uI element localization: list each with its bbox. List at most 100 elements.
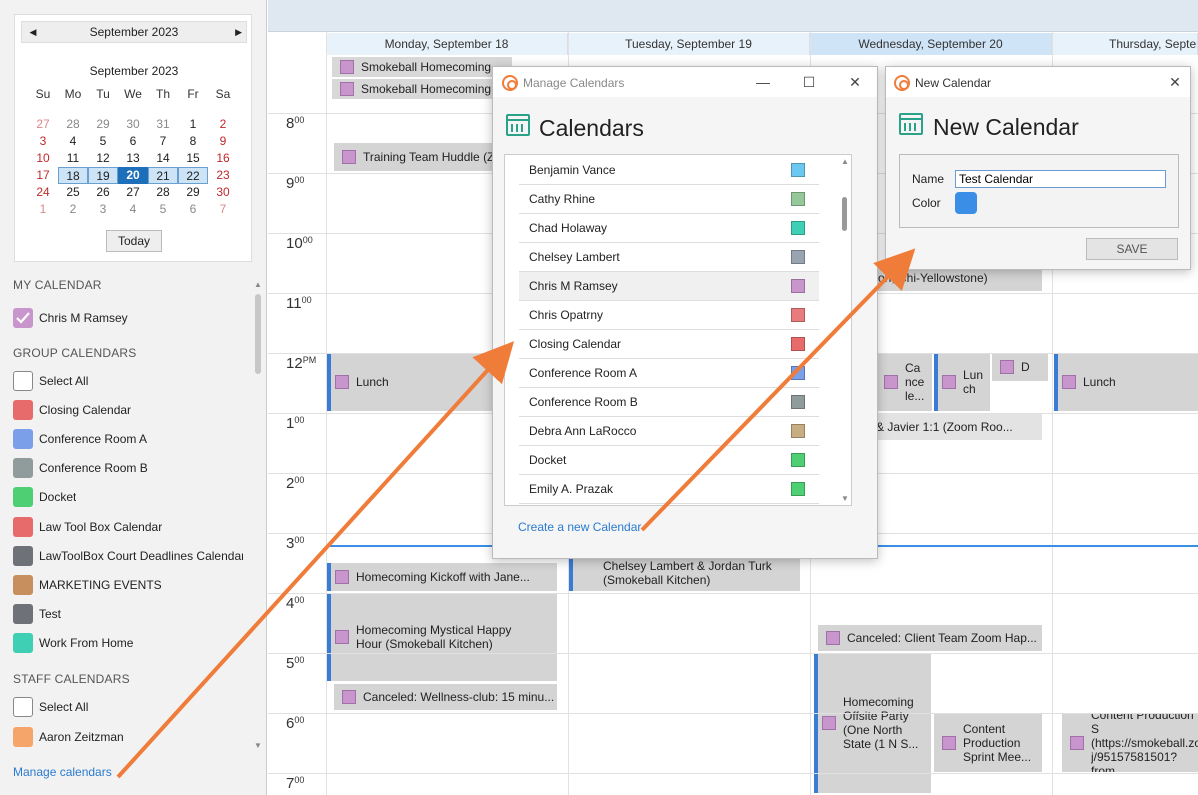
- mini-calendar-day[interactable]: 25: [58, 184, 88, 201]
- next-month-icon[interactable]: ▶: [228, 22, 242, 42]
- mini-calendar-day[interactable]: 28: [58, 116, 88, 133]
- event-homecoming-mystical[interactable]: Homecoming Mystical Happy Hour (Smokebal…: [327, 593, 557, 681]
- calendar-color-swatch[interactable]: [791, 366, 805, 380]
- mini-calendar-day[interactable]: 18: [58, 167, 88, 184]
- calendar-list-item[interactable]: Cathy Rhine: [519, 185, 819, 214]
- calendar-color-swatch[interactable]: [791, 163, 805, 177]
- today-button[interactable]: Today: [106, 230, 162, 252]
- mini-calendar-day[interactable]: 4: [118, 201, 148, 218]
- event-smokeball-homecoming[interactable]: Smokeball Homecoming: [332, 57, 512, 77]
- mini-calendar-day[interactable]: 7: [208, 201, 238, 218]
- mini-calendar-day[interactable]: 5: [148, 201, 178, 218]
- event-content-production-thu[interactable]: Content Production S (https://smokeball.…: [1062, 714, 1198, 772]
- event-content-production[interactable]: Content Production Sprint Mee...: [934, 714, 1042, 772]
- my-calendar-item[interactable]: Chris M Ramsey: [13, 307, 243, 329]
- close-icon[interactable]: ✕: [845, 72, 865, 92]
- mini-calendar-day[interactable]: 8: [178, 133, 208, 150]
- mini-calendar-day[interactable]: 29: [88, 116, 118, 133]
- event-training-team-huddle[interactable]: Training Team Huddle (Z: [334, 143, 494, 171]
- event-smokeball-homecoming[interactable]: Smokeball Homecoming: [332, 79, 512, 99]
- minimize-icon[interactable]: —: [753, 72, 773, 92]
- manage-calendars-link[interactable]: Manage calendars: [13, 765, 112, 779]
- calendar-list-item[interactable]: Emily A. Prazak: [519, 475, 819, 504]
- mini-calendar-day[interactable]: 3: [28, 133, 58, 150]
- mini-calendar-day[interactable]: 27: [28, 116, 58, 133]
- checkbox-checked-icon[interactable]: [13, 308, 33, 328]
- event-canceled-wed[interactable]: Ca nce le...: [876, 353, 932, 411]
- mini-calendar-day[interactable]: 13: [118, 150, 148, 167]
- calendar-item[interactable]: Closing Calendar: [13, 399, 243, 421]
- mini-calendar-day[interactable]: 20: [118, 167, 148, 184]
- event-lunch-monday[interactable]: Lunch: [327, 353, 493, 411]
- calendar-checkbox[interactable]: [13, 429, 33, 450]
- calendar-checkbox[interactable]: [13, 697, 33, 717]
- calendar-item[interactable]: Aaron Zeitzman: [13, 726, 243, 748]
- calendar-color-swatch[interactable]: [791, 250, 805, 264]
- mini-calendar-day[interactable]: 10: [28, 150, 58, 167]
- calendar-list-item[interactable]: Chelsey Lambert: [519, 243, 819, 272]
- mini-calendar-day[interactable]: 28: [148, 184, 178, 201]
- mini-calendar-day[interactable]: 30: [118, 116, 148, 133]
- calendar-item[interactable]: Conference Room B: [13, 457, 243, 479]
- calendar-color-swatch[interactable]: [791, 424, 805, 438]
- calendar-color-swatch[interactable]: [791, 192, 805, 206]
- event-chelsey-jordan[interactable]: Chelsey Lambert & Jordan Turk (Smokeball…: [569, 555, 800, 591]
- event-lunch-thu[interactable]: Lunch: [1054, 353, 1198, 411]
- mini-calendar-day[interactable]: 19: [88, 167, 118, 184]
- calendar-item[interactable]: LawToolBox Court Deadlines Calendar: [13, 545, 243, 567]
- calendar-checkbox[interactable]: [13, 487, 33, 508]
- mini-calendar-day[interactable]: 29: [178, 184, 208, 201]
- mini-calendar-day[interactable]: 7: [148, 133, 178, 150]
- mini-calendar-day[interactable]: 1: [28, 201, 58, 218]
- mini-calendar-day[interactable]: 3: [88, 201, 118, 218]
- calendar-name-input[interactable]: [955, 170, 1166, 188]
- calendar-color-swatch[interactable]: [791, 337, 805, 351]
- mini-calendar-day[interactable]: 2: [58, 201, 88, 218]
- scroll-up-icon[interactable]: ▲: [841, 157, 849, 166]
- scroll-down-icon[interactable]: ▼: [254, 741, 262, 750]
- scroll-thumb[interactable]: [255, 294, 261, 374]
- event-homecoming-kickoff[interactable]: Homecoming Kickoff with Jane...: [327, 563, 557, 591]
- calendar-checkbox[interactable]: [13, 545, 33, 566]
- color-picker-button[interactable]: [955, 192, 977, 214]
- maximize-icon[interactable]: ☐: [799, 72, 819, 92]
- mini-calendar-day[interactable]: 21: [148, 167, 178, 184]
- mini-calendar-day[interactable]: 26: [88, 184, 118, 201]
- mini-calendar-day[interactable]: 24: [28, 184, 58, 201]
- mini-calendar-day[interactable]: 16: [208, 150, 238, 167]
- day-header-wednesday[interactable]: Wednesday, September 20: [810, 33, 1052, 55]
- calendar-item[interactable]: Work From Home: [13, 632, 243, 654]
- calendar-item[interactable]: Select All: [13, 696, 243, 718]
- mini-calendar-day[interactable]: 15: [178, 150, 208, 167]
- calendar-color-swatch[interactable]: [791, 482, 805, 496]
- calendar-list-item[interactable]: Chris Opatrny: [519, 301, 819, 330]
- mini-calendar-day[interactable]: 1: [178, 116, 208, 133]
- create-calendar-link[interactable]: Create a new Calendar: [518, 520, 641, 534]
- calendar-color-swatch[interactable]: [791, 308, 805, 322]
- event-javier-1on1[interactable]: & Javier 1:1 (Zoom Roo...: [876, 414, 1042, 440]
- mini-calendar-day[interactable]: 2: [208, 116, 238, 133]
- mini-calendar-day[interactable]: 6: [118, 133, 148, 150]
- calendar-checkbox[interactable]: [13, 574, 33, 595]
- mini-calendar-day[interactable]: 31: [148, 116, 178, 133]
- calendar-item[interactable]: Conference Room A: [13, 428, 243, 450]
- calendar-item[interactable]: Select All: [13, 370, 243, 392]
- calendar-item[interactable]: Test: [13, 603, 243, 625]
- calendar-checkbox[interactable]: [13, 516, 33, 537]
- mini-calendar-day[interactable]: 27: [118, 184, 148, 201]
- calendar-checkbox[interactable]: [13, 458, 33, 479]
- event-d-wed[interactable]: D: [992, 353, 1048, 381]
- mini-calendar-day[interactable]: 9: [208, 133, 238, 150]
- calendar-item[interactable]: MARKETING EVENTS: [13, 574, 243, 596]
- calendar-item[interactable]: Law Tool Box Calendar: [13, 516, 243, 538]
- event-wellness-club[interactable]: Canceled: Wellness-club: 15 minu...: [334, 684, 557, 710]
- mini-calendar-day[interactable]: 6: [178, 201, 208, 218]
- mini-calendar-day[interactable]: 22: [178, 167, 208, 184]
- day-header-tuesday[interactable]: Tuesday, September 19: [568, 33, 810, 55]
- mini-calendar-day[interactable]: 14: [148, 150, 178, 167]
- mini-calendar-day[interactable]: 30: [208, 184, 238, 201]
- calendar-checkbox[interactable]: [13, 371, 33, 391]
- mini-calendar-day[interactable]: 5: [88, 133, 118, 150]
- calendar-color-swatch[interactable]: [791, 395, 805, 409]
- mini-calendar-day[interactable]: 4: [58, 133, 88, 150]
